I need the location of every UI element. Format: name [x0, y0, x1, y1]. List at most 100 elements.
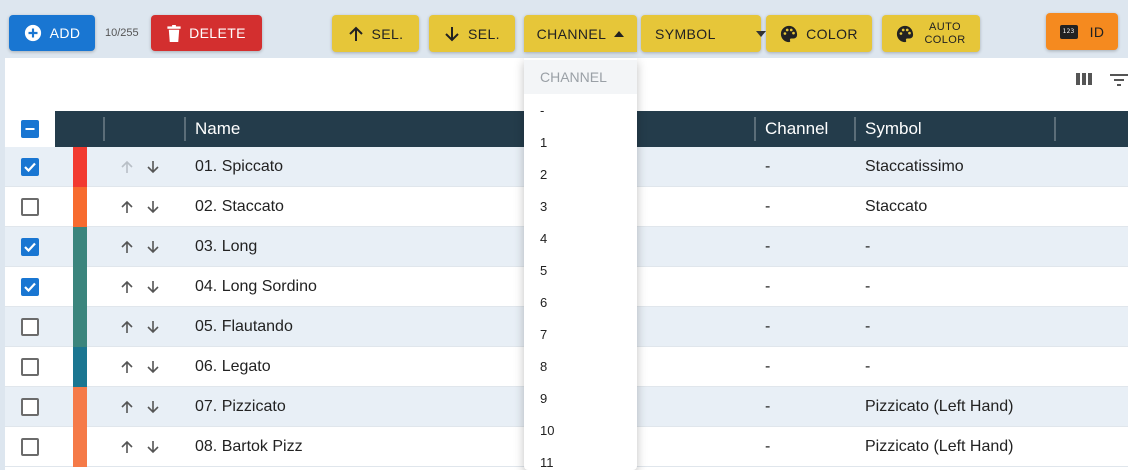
- move-down-icon[interactable]: [146, 360, 160, 374]
- channel-option[interactable]: 9: [524, 382, 637, 414]
- channel-option[interactable]: 10: [524, 414, 637, 446]
- row-channel[interactable]: -: [765, 427, 770, 467]
- row-name[interactable]: 08. Bartok Pizz: [195, 427, 303, 467]
- row-symbol[interactable]: Staccatissimo: [865, 147, 964, 187]
- row-name[interactable]: 06. Legato: [195, 347, 271, 387]
- trash-icon: [167, 24, 181, 42]
- row-checkbox[interactable]: [21, 358, 39, 376]
- channel-option[interactable]: 4: [524, 222, 637, 254]
- column-separator: [854, 117, 856, 141]
- row-symbol[interactable]: -: [865, 347, 870, 387]
- channel-dropdown-button[interactable]: CHANNEL: [524, 15, 637, 52]
- row-select-cell: [5, 427, 55, 467]
- row-channel[interactable]: -: [765, 187, 770, 227]
- row-color-swatch[interactable]: [73, 347, 87, 387]
- row-channel[interactable]: -: [765, 307, 770, 347]
- row-color-swatch[interactable]: [73, 187, 87, 227]
- row-symbol[interactable]: -: [865, 267, 870, 307]
- row-move-controls: [120, 267, 160, 307]
- channel-option[interactable]: 7: [524, 318, 637, 350]
- row-name[interactable]: 02. Staccato: [195, 187, 284, 227]
- symbol-dropdown-button[interactable]: SYMBOL: [641, 15, 766, 52]
- row-channel[interactable]: -: [765, 227, 770, 267]
- row-select-cell: [5, 307, 55, 347]
- auto-color-button[interactable]: AUTO COLOR: [882, 15, 980, 52]
- move-up-icon[interactable]: [120, 320, 134, 334]
- row-checkbox[interactable]: [21, 278, 39, 296]
- numeric-badge-text: 123: [1062, 28, 1075, 35]
- row-name[interactable]: 05. Flautando: [195, 307, 293, 347]
- channel-option[interactable]: 3: [524, 190, 637, 222]
- move-up-icon[interactable]: [120, 200, 134, 214]
- move-up-icon[interactable]: [120, 360, 134, 374]
- channel-option[interactable]: 5: [524, 254, 637, 286]
- row-symbol[interactable]: -: [865, 307, 870, 347]
- palette-icon: [896, 25, 914, 43]
- row-name[interactable]: 01. Spiccato: [195, 147, 283, 187]
- row-checkbox[interactable]: [21, 198, 39, 216]
- row-color-swatch[interactable]: [73, 387, 87, 427]
- row-select-cell: [5, 387, 55, 427]
- color-button[interactable]: COLOR: [766, 15, 872, 52]
- arrow-up-icon: [348, 26, 364, 42]
- row-checkbox[interactable]: [21, 438, 39, 456]
- header-symbol[interactable]: Symbol: [865, 111, 922, 147]
- select-down-button[interactable]: SEL.: [429, 15, 515, 52]
- channel-option[interactable]: 11: [524, 446, 637, 470]
- select-all-checkbox[interactable]: [21, 120, 39, 138]
- column-separator: [103, 117, 105, 141]
- row-checkbox[interactable]: [21, 238, 39, 256]
- move-up-icon[interactable]: [120, 240, 134, 254]
- row-channel[interactable]: -: [765, 147, 770, 187]
- row-color-swatch[interactable]: [73, 147, 87, 187]
- row-channel[interactable]: -: [765, 267, 770, 307]
- filter-icon[interactable]: [1110, 72, 1128, 86]
- row-name[interactable]: 03. Long: [195, 227, 257, 267]
- move-down-icon[interactable]: [146, 240, 160, 254]
- channel-option[interactable]: 8: [524, 350, 637, 382]
- row-name[interactable]: 07. Pizzicato: [195, 387, 286, 427]
- row-symbol[interactable]: Staccato: [865, 187, 927, 227]
- move-up-icon[interactable]: [120, 400, 134, 414]
- row-checkbox[interactable]: [21, 398, 39, 416]
- move-down-icon[interactable]: [146, 280, 160, 294]
- move-down-icon[interactable]: [146, 440, 160, 454]
- move-up-icon[interactable]: [120, 280, 134, 294]
- panel-tools: [1076, 72, 1128, 86]
- move-down-icon[interactable]: [146, 320, 160, 334]
- id-button[interactable]: 123 ID: [1046, 13, 1118, 50]
- move-down-icon[interactable]: [146, 200, 160, 214]
- palette-icon: [780, 25, 798, 43]
- row-symbol[interactable]: Pizzicato (Left Hand): [865, 427, 1014, 467]
- channel-option[interactable]: 1: [524, 126, 637, 158]
- move-down-icon[interactable]: [146, 160, 160, 174]
- row-color-swatch[interactable]: [73, 267, 87, 307]
- row-checkbox[interactable]: [21, 158, 39, 176]
- row-color-swatch[interactable]: [73, 307, 87, 347]
- row-channel[interactable]: -: [765, 387, 770, 427]
- header-name[interactable]: Name: [195, 111, 240, 147]
- move-down-icon[interactable]: [146, 400, 160, 414]
- channel-option[interactable]: -: [524, 94, 637, 126]
- row-channel[interactable]: -: [765, 347, 770, 387]
- channel-option[interactable]: 2: [524, 158, 637, 190]
- row-symbol[interactable]: -: [865, 227, 870, 267]
- row-color-swatch[interactable]: [73, 427, 87, 467]
- delete-button[interactable]: DELETE: [151, 15, 262, 51]
- add-button[interactable]: ADD: [9, 15, 95, 51]
- view-column-icon[interactable]: [1076, 72, 1092, 86]
- row-checkbox[interactable]: [21, 318, 39, 336]
- select-up-button[interactable]: SEL.: [332, 15, 419, 52]
- row-select-cell: [5, 187, 55, 227]
- move-up-icon[interactable]: [120, 160, 134, 174]
- row-select-cell: [5, 347, 55, 387]
- move-up-icon[interactable]: [120, 440, 134, 454]
- header-channel[interactable]: Channel: [765, 111, 828, 147]
- row-name[interactable]: 04. Long Sordino: [195, 267, 317, 307]
- row-move-controls: [120, 187, 160, 227]
- select-all-cell: [5, 111, 55, 147]
- color-button-label: COLOR: [806, 25, 858, 42]
- row-color-swatch[interactable]: [73, 227, 87, 267]
- channel-option[interactable]: 6: [524, 286, 637, 318]
- row-symbol[interactable]: Pizzicato (Left Hand): [865, 387, 1014, 427]
